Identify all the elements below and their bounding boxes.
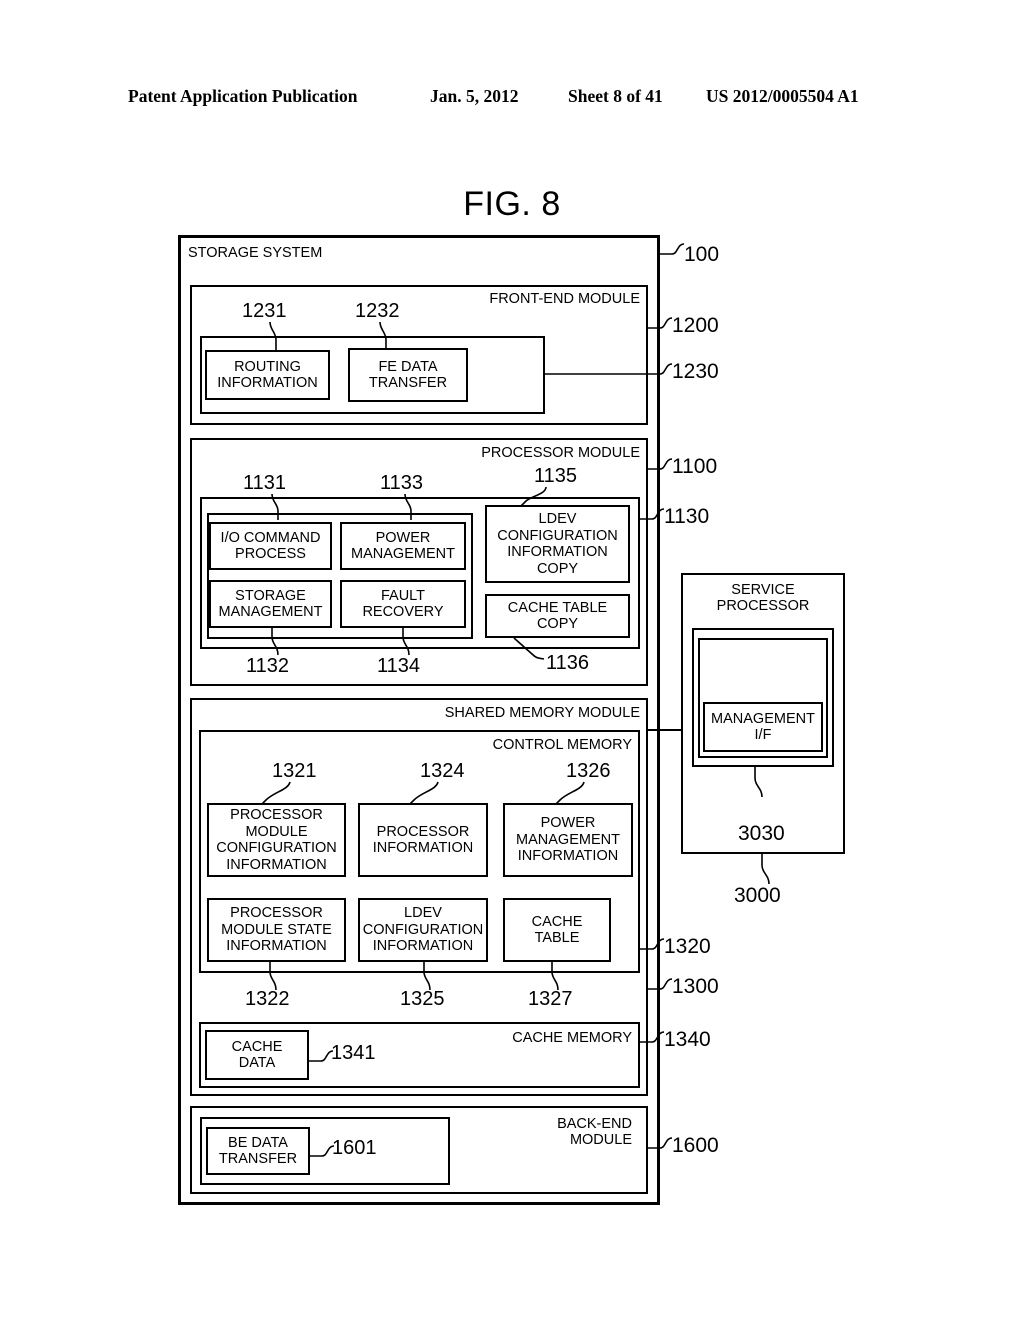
shared-memory-module-label: SHARED MEMORY MODULE [444,705,640,721]
ref-leader-1231 [269,321,277,350]
sheet-label: Sheet 8 of 41 [568,86,663,106]
control-memory-label: CONTROL MEMORY [492,737,632,753]
ref-1300: 1300 [672,975,719,998]
routing-information-box: ROUTING INFORMATION [205,350,330,400]
ref-1131: 1131 [243,472,287,494]
ref-1326: 1326 [566,760,611,782]
fault-recovery-box: FAULT RECOVERY [340,580,466,628]
ref-1601: 1601 [332,1137,377,1159]
ref-1321: 1321 [272,760,317,782]
processor-module-configuration-information-box: PROCESSOR MODULE CONFIGURATION INFORMATI… [207,803,346,877]
ref-1135: 1135 [534,465,578,487]
ref-100: 100 [684,243,720,266]
ref-leader-1230 [545,363,673,375]
ref-1132: 1132 [246,655,290,677]
processor-module-state-information-box: PROCESSOR MODULE STATE INFORMATION [207,898,346,962]
ref-1320: 1320 [664,935,711,958]
ref-1341: 1341 [331,1042,376,1064]
ref-1322: 1322 [245,988,290,1010]
cache-data-box: CACHE DATA [205,1030,309,1080]
be-data-transfer-box: BE DATA TRANSFER [206,1127,310,1175]
ref-leader-3000 [761,854,770,885]
publication-label: Patent Application Publication [128,86,358,106]
ref-3030: 3030 [738,822,785,845]
ldev-configuration-information-box: LDEV CONFIGURATION INFORMATION [358,898,488,962]
ref-leader-1136 [513,637,545,660]
ref-1100: 1100 [672,455,718,478]
patent-number: US 2012/0005504 A1 [706,86,859,106]
ref-3000: 3000 [734,884,781,907]
ref-1133: 1133 [380,472,424,494]
service-processor-label: SERVICE PROCESSOR [716,582,810,614]
ref-1230: 1230 [672,360,719,383]
ldev-configuration-information-copy-box: LDEV CONFIGURATION INFORMATION COPY [485,505,630,583]
ref-1327: 1327 [528,988,573,1010]
ref-leader-3030 [754,767,763,798]
fe-data-transfer-box: FE DATA TRANSFER [348,348,468,402]
power-management-box: POWER MANAGEMENT [340,522,466,570]
cache-table-box: CACHE TABLE [503,898,611,962]
ref-leader-1131 [271,493,279,520]
cache-table-copy-box: CACHE TABLE COPY [485,594,630,638]
ref-1340: 1340 [664,1028,711,1051]
back-end-module-label: BACK-END MODULE [557,1116,632,1148]
ref-1231: 1231 [242,300,287,322]
ref-1200: 1200 [672,314,719,337]
ref-leader-1132 [271,628,279,656]
io-command-process-box: I/O COMMAND PROCESS [209,522,332,570]
storage-system-label: STORAGE SYSTEM [188,245,323,261]
ref-1324: 1324 [420,760,465,782]
ref-1136: 1136 [546,652,590,674]
ref-leader-1133 [404,493,412,520]
processor-information-box: PROCESSOR INFORMATION [358,803,488,877]
ref-1325: 1325 [400,988,445,1010]
cache-memory-label: CACHE MEMORY [512,1030,632,1046]
storage-management-box: STORAGE MANAGEMENT [209,580,332,628]
processor-module-label: PROCESSOR MODULE [481,445,640,461]
ref-1134: 1134 [377,655,421,677]
ref-1232: 1232 [355,300,400,322]
ref-1600: 1600 [672,1134,719,1157]
ref-leader-1134 [402,628,410,656]
management-if-box: MANAGEMENT I/F [703,702,823,752]
sm-to-sp-connector [648,729,682,731]
publication-date: Jan. 5, 2012 [430,86,519,106]
ref-1130: 1130 [664,505,710,528]
power-management-information-box: POWER MANAGEMENT INFORMATION [503,803,633,877]
figure-title: FIG. 8 [463,185,561,223]
